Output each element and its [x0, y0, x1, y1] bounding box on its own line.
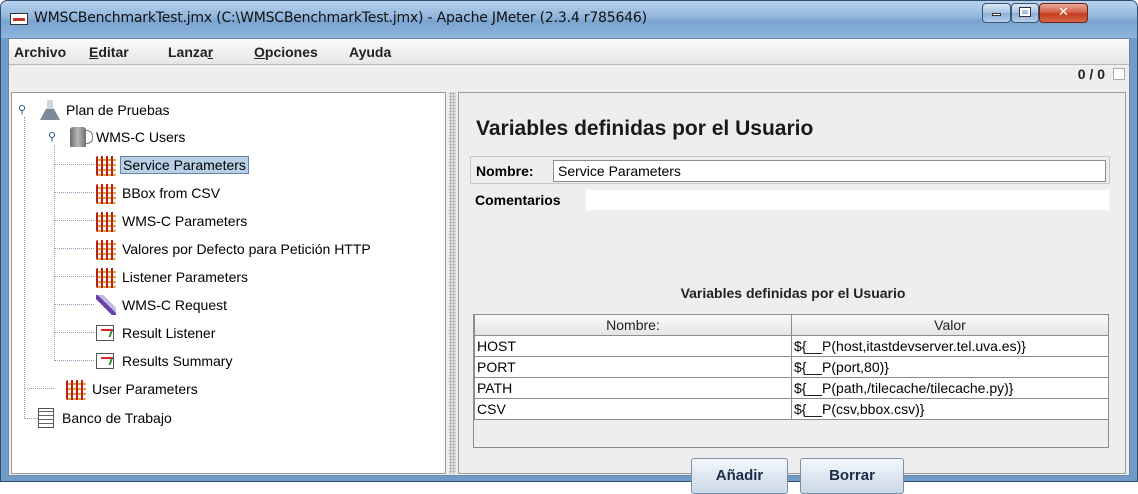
- variable-name-cell[interactable]: PATH: [474, 376, 792, 399]
- column-header-valor[interactable]: Valor: [791, 315, 1109, 336]
- window-title: WMSCBenchmarkTest.jmx (C:\WMSCBenchmarkT…: [34, 10, 647, 26]
- tree-item-listener-parameters[interactable]: Listener Parameters: [12, 266, 442, 290]
- tree-item-wms-c-parameters[interactable]: WMS-C Parameters: [12, 210, 442, 234]
- delete-variable-button[interactable]: Borrar: [800, 458, 904, 494]
- test-plan-tree[interactable]: ⚲ Plan de Pruebas ⚲ WMS-C Users Service …: [11, 92, 446, 474]
- name-input[interactable]: [553, 160, 1106, 182]
- column-header-nombre[interactable]: Nombre:: [474, 315, 792, 336]
- pane-splitter[interactable]: [449, 92, 456, 474]
- minimize-button[interactable]: [982, 3, 1011, 23]
- config-panel: Variables definidas por el Usuario Nombr…: [458, 92, 1126, 494]
- listener-icon: [96, 325, 114, 341]
- title-bar[interactable]: WMSCBenchmarkTest.jmx (C:\WMSCBenchmarkT…: [1, 1, 1137, 38]
- name-label: Nombre:: [476, 163, 534, 179]
- jmeter-window: WMSCBenchmarkTest.jmx (C:\WMSCBenchmarkT…: [0, 0, 1138, 494]
- comments-field-row: Comentarios: [470, 186, 1110, 214]
- tree-item-service-parameters[interactable]: Service Parameters: [12, 154, 442, 178]
- flask-icon: [40, 100, 60, 120]
- client-area: Archivo Editar Lanzar Opciones Ayuda 0 /…: [8, 38, 1130, 494]
- config-element-icon: [96, 184, 116, 204]
- table-row[interactable]: CSV ${__P(csv,bbox.csv)}: [474, 397, 1109, 420]
- variable-name-cell[interactable]: CSV: [474, 397, 792, 420]
- config-element-icon: [66, 380, 86, 400]
- variable-value-cell[interactable]: ${__P(csv,bbox.csv)}: [791, 397, 1109, 420]
- jmeter-app-icon: [10, 13, 28, 25]
- collapse-toggle-icon[interactable]: ⚲: [48, 130, 58, 143]
- table-row[interactable]: PATH ${__P(path,/tilecache/tilecache.py)…: [474, 376, 1109, 399]
- menu-archivo[interactable]: Archivo: [14, 44, 66, 60]
- comments-input[interactable]: [585, 189, 1110, 211]
- panel-heading: Variables definidas por el Usuario: [476, 117, 814, 140]
- variables-table-title: Variables definidas por el Usuario: [680, 285, 906, 301]
- config-element-icon: [96, 268, 116, 288]
- status-indicator: [1113, 68, 1125, 80]
- workbench-icon: [38, 408, 54, 428]
- variables-table-container: Nombre: Valor HOST ${__P(host,itastdevse…: [473, 314, 1109, 448]
- tree-item-banco-de-trabajo[interactable]: Banco de Trabajo: [12, 407, 442, 431]
- tree-item-http-defaults[interactable]: Valores por Defecto para Petición HTTP: [12, 238, 442, 262]
- variable-value-cell[interactable]: ${__P(host,itastdevserver.tel.uva.es)}: [791, 334, 1109, 357]
- status-strip: [9, 66, 1129, 88]
- minimize-icon: [992, 13, 1001, 16]
- menu-lanzar[interactable]: Lanzar: [168, 44, 213, 60]
- maximize-button[interactable]: [1011, 3, 1039, 23]
- variables-table: Nombre: Valor HOST ${__P(host,itastdevse…: [474, 315, 1109, 420]
- close-icon: ✕: [1058, 5, 1069, 20]
- variable-value-cell[interactable]: ${__P(port,80)}: [791, 355, 1109, 378]
- tree-item-wms-c-users[interactable]: ⚲ WMS-C Users: [12, 126, 442, 150]
- thread-group-icon: [70, 127, 93, 147]
- table-row[interactable]: PORT ${__P(port,80)}: [474, 355, 1109, 378]
- tree-item-result-listener[interactable]: Result Listener: [12, 322, 442, 346]
- variable-name-cell[interactable]: HOST: [474, 334, 792, 357]
- active-threads-counter: 0 / 0: [1077, 66, 1105, 82]
- close-button[interactable]: ✕: [1039, 3, 1088, 23]
- tree-item-wms-c-request[interactable]: WMS-C Request: [12, 294, 442, 318]
- variable-name-cell[interactable]: PORT: [474, 355, 792, 378]
- config-element-icon: [96, 156, 116, 176]
- tree-item-bbox-from-csv[interactable]: BBox from CSV: [12, 182, 442, 206]
- menu-bar: Archivo Editar Lanzar Opciones Ayuda: [9, 39, 1129, 65]
- name-field-row: Nombre:: [470, 156, 1110, 184]
- config-element-icon: [96, 212, 116, 232]
- tree-item-user-parameters[interactable]: User Parameters: [12, 378, 442, 402]
- table-header-row: Nombre: Valor: [474, 315, 1109, 336]
- menu-ayuda[interactable]: Ayuda: [349, 44, 391, 60]
- add-variable-button[interactable]: Añadir: [691, 458, 788, 494]
- collapse-toggle-icon[interactable]: ⚲: [18, 103, 28, 116]
- tree-item-results-summary[interactable]: Results Summary: [12, 350, 442, 374]
- maximize-icon: [1019, 7, 1031, 17]
- listener-icon: [96, 353, 114, 369]
- menu-opciones[interactable]: Opciones: [254, 44, 318, 60]
- table-row[interactable]: HOST ${__P(host,itastdevserver.tel.uva.e…: [474, 334, 1109, 357]
- sampler-icon: [96, 295, 116, 315]
- menu-editar[interactable]: Editar: [89, 44, 129, 60]
- variable-value-cell[interactable]: ${__P(path,/tilecache/tilecache.py)}: [791, 376, 1109, 399]
- tree-item-plan-de-pruebas[interactable]: ⚲ Plan de Pruebas: [12, 99, 442, 123]
- config-element-icon: [96, 240, 116, 260]
- comments-label: Comentarios: [475, 192, 561, 208]
